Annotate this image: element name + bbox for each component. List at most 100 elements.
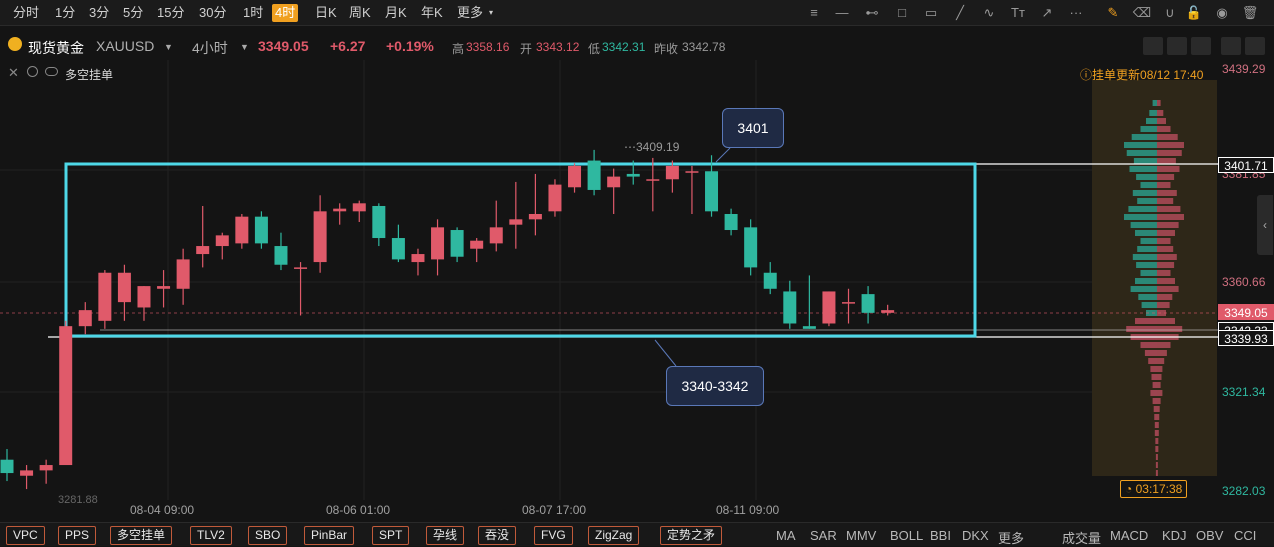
volume-profile-bar-left [1131,134,1157,140]
volume-profile-bar-right [1157,150,1182,156]
indicator-button[interactable]: SBO [248,526,288,545]
volume-profile-bar-left [1155,470,1157,476]
last-price: 3349.05 [258,38,309,54]
unlock-icon[interactable]: 🔓 [1184,3,1204,23]
orderbook-update-text: 挂单更新08/12 17:40 [1092,68,1204,82]
horizontal-ray-icon[interactable]: ⊷ [862,3,882,23]
indicator-button[interactable]: SPT [372,526,410,545]
indicator-button[interactable]: PPS [58,526,97,545]
volume-profile-bar-left [1153,406,1157,412]
indicator-button[interactable]: 多空挂单 [110,526,173,545]
timeframe-tab[interactable]: 30分 [196,4,229,22]
collapse-panel-icon[interactable]: ‹ [1257,195,1273,255]
volume-profile-bar-left [1149,110,1157,116]
indicator-tab[interactable]: SAR [810,528,837,543]
volume-profile-bar-right [1157,342,1171,348]
timeframe-tab[interactable]: 3分 [86,4,112,22]
draw-icon[interactable] [1167,37,1187,55]
timeframe-tab[interactable]: 5分 [120,4,146,22]
comment-icon[interactable]: ▭ [921,3,941,23]
candle-body [685,171,699,173]
settings-icon[interactable] [1191,37,1211,55]
edit-icon[interactable]: ✎ [1103,3,1123,23]
chevron-down-icon[interactable]: ▾ [486,4,496,22]
volume-profile-bar-right [1157,374,1162,380]
symbol-code[interactable]: XAUUSD [96,38,154,54]
indicator-button[interactable]: PinBar [304,526,355,545]
indicator-tab[interactable]: MMV [846,528,876,543]
symbol-name[interactable]: 现货黄金 [28,38,84,58]
volume-profile-bar-left [1132,254,1157,260]
indicator-button[interactable]: ZigZag [588,526,640,545]
chevron-down-icon[interactable]: ▼ [240,42,249,52]
timeframe-tab[interactable]: 4时 [272,4,299,22]
orderbook-update-label: ⓘ挂单更新08/12 17:40 [1080,68,1204,82]
eye-icon[interactable]: ◉ [1212,3,1232,23]
volume-profile-bar-left [1137,246,1157,252]
indicator-tab[interactable]: MACD [1110,528,1148,543]
indicator-tab[interactable]: CCI [1234,528,1256,543]
timeframe-tab[interactable]: 1分 [52,4,78,22]
timeframe-tab[interactable]: 分时 [10,4,42,22]
wave-icon[interactable]: ∿ [979,3,999,23]
indicator-button[interactable]: 孕线 [426,526,465,545]
fibonacci-icon[interactable]: ≡ [804,3,824,23]
indicator-tab[interactable]: 成交量 [1062,528,1101,547]
volume-profile-bar-right [1157,422,1159,428]
volume-profile-bar-right [1157,286,1179,292]
interval-select[interactable]: 4小时 [192,38,228,58]
indicator-button[interactable]: TLV2 [190,526,232,545]
indicator-button[interactable]: VPC [6,526,45,545]
volume-profile-bar-left [1140,126,1157,132]
volume-profile-bar-left [1130,286,1157,292]
timeframe-tab[interactable]: 15分 [154,4,187,22]
trendline-icon[interactable]: ╱ [950,3,970,23]
timeframe-tab[interactable]: 更多 [454,4,486,22]
timeframe-tab[interactable]: 年K [418,4,446,22]
magnet-icon[interactable]: ∪ [1160,3,1180,23]
volume-profile-bar-right [1157,438,1159,444]
indicator-tab[interactable]: BBI [930,528,951,543]
trash-icon[interactable]: 🗑 [1240,3,1260,23]
indicator-button[interactable]: 定势之矛 [660,526,723,545]
fullscreen-icon[interactable] [1245,37,1265,55]
rectangle-icon[interactable]: □ [892,3,912,23]
volume-profile-bar-right [1157,318,1175,324]
horizontal-line-icon[interactable]: — [832,3,852,23]
callout-support[interactable]: 3340-3342 [666,366,764,406]
volume-profile-bar-right [1157,222,1179,228]
volume-profile-bar-left [1132,190,1157,196]
candle-body [391,238,405,260]
gold-coin-icon [8,37,22,51]
indicator-tab[interactable]: KDJ [1162,528,1187,543]
volume-profile-bar-right [1157,198,1174,204]
indicator-tab[interactable]: BOLL [890,528,923,543]
text-icon[interactable]: Tт [1008,3,1028,23]
timeframe-tab[interactable]: 月K [382,4,410,22]
candle-body [235,216,249,244]
eraser-icon[interactable]: ⌫ [1132,3,1152,23]
expand-icon[interactable] [1221,37,1241,55]
volume-profile-bar-right [1157,142,1184,148]
indicator-button[interactable]: FVG [534,526,573,545]
indicator-tab[interactable]: MA [776,528,796,543]
timeframe-tab[interactable]: 1时 [240,4,266,22]
indicator-tab[interactable]: DKX [962,528,989,543]
indicator-tab[interactable]: OBV [1196,528,1223,543]
volume-profile-bar-left [1144,350,1157,356]
timeframe-tab[interactable]: 日K [312,4,340,22]
volume-profile-bar-left [1137,198,1157,204]
candle-body [431,227,445,260]
volume-profile-bar-left [1154,430,1157,436]
candle-body [137,286,151,308]
arrow-icon[interactable]: ↗ [1037,3,1057,23]
timeframe-tab[interactable]: 周K [346,4,374,22]
more-dots-icon[interactable]: ··· [1066,3,1086,23]
candlestick-chart[interactable]: ⋯3409.19 3281.88 [0,60,1274,525]
chart-type-icon[interactable] [1143,37,1163,55]
y-axis-label: 3282.03 [1222,484,1266,498]
indicator-tab[interactable]: 更多 [998,528,1024,547]
callout-resistance[interactable]: 3401 [722,108,784,148]
chevron-down-icon[interactable]: ▼ [164,42,173,52]
indicator-button[interactable]: 吞没 [478,526,517,545]
